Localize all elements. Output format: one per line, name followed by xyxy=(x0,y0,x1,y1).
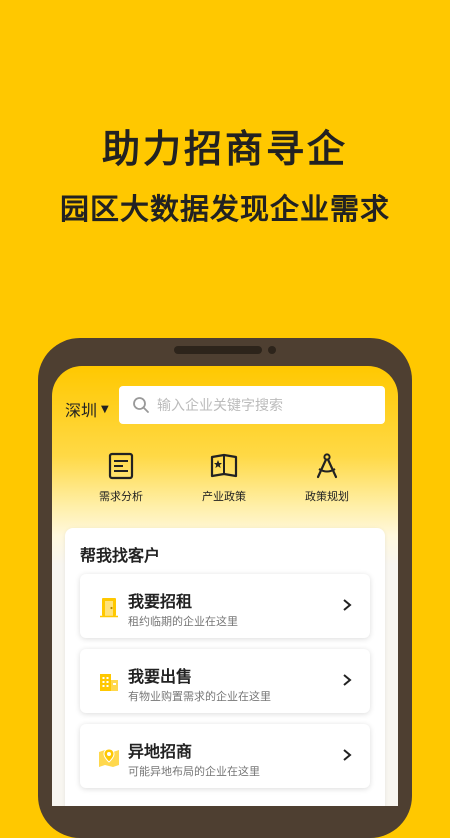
report-icon xyxy=(108,452,134,480)
chevron-right-icon xyxy=(343,599,352,611)
policy-book-icon xyxy=(210,453,238,478)
building-icon xyxy=(100,674,118,691)
phone-speaker xyxy=(174,346,262,354)
quick-action-label: 产业政策 xyxy=(202,490,246,503)
phone-camera xyxy=(268,346,276,354)
item-subtitle: 有物业购置需求的企业在这里 xyxy=(128,690,271,703)
card-title: 帮我找客户 xyxy=(80,546,161,565)
city-selector[interactable]: 深圳 ▼ xyxy=(65,397,109,421)
quick-action-demand-analysis[interactable]: 需求分析 xyxy=(76,452,166,504)
list-item-sell[interactable]: 我要出售 有物业购置需求的企业在这里 xyxy=(80,649,370,713)
find-customers-card: 帮我找客户 我要招租 租约临期的企业在这里 我要出售 有物业购置需求的企业在这里… xyxy=(65,528,385,806)
search-input[interactable]: 输入企业关键字搜索 xyxy=(119,386,385,424)
quick-action-industry-policy[interactable]: 产业政策 xyxy=(179,452,269,504)
item-subtitle: 租约临期的企业在这里 xyxy=(128,615,238,628)
item-subtitle: 可能异地布局的企业在这里 xyxy=(128,765,260,778)
caret-down-icon: ▼ xyxy=(101,403,109,415)
quick-action-policy-planning[interactable]: 政策规划 xyxy=(282,452,372,504)
promo-headline: 助力招商寻企 xyxy=(101,127,348,171)
app-screen: 深圳 ▼ 输入企业关键字搜索 需求分析 产业政策 政策规划 帮我找客户 我要招租… xyxy=(52,366,398,806)
door-icon xyxy=(100,598,118,618)
list-item-remote-investment[interactable]: 异地招商 可能异地布局的企业在这里 xyxy=(80,724,370,788)
city-label: 深圳 xyxy=(65,401,98,420)
search-placeholder: 输入企业关键字搜索 xyxy=(157,398,283,414)
search-icon xyxy=(133,397,149,413)
quick-action-label: 政策规划 xyxy=(305,490,349,503)
chevron-right-icon xyxy=(343,749,352,761)
item-title: 我要出售 xyxy=(128,667,193,686)
list-item-rent[interactable]: 我要招租 租约临期的企业在这里 xyxy=(80,574,370,638)
map-pin-icon xyxy=(99,748,119,767)
compass-icon xyxy=(316,453,338,479)
item-title: 异地招商 xyxy=(128,742,193,761)
quick-action-label: 需求分析 xyxy=(99,490,143,503)
chevron-right-icon xyxy=(343,674,352,686)
promo-subheadline: 园区大数据发现企业需求 xyxy=(59,192,390,226)
item-title: 我要招租 xyxy=(128,592,193,611)
